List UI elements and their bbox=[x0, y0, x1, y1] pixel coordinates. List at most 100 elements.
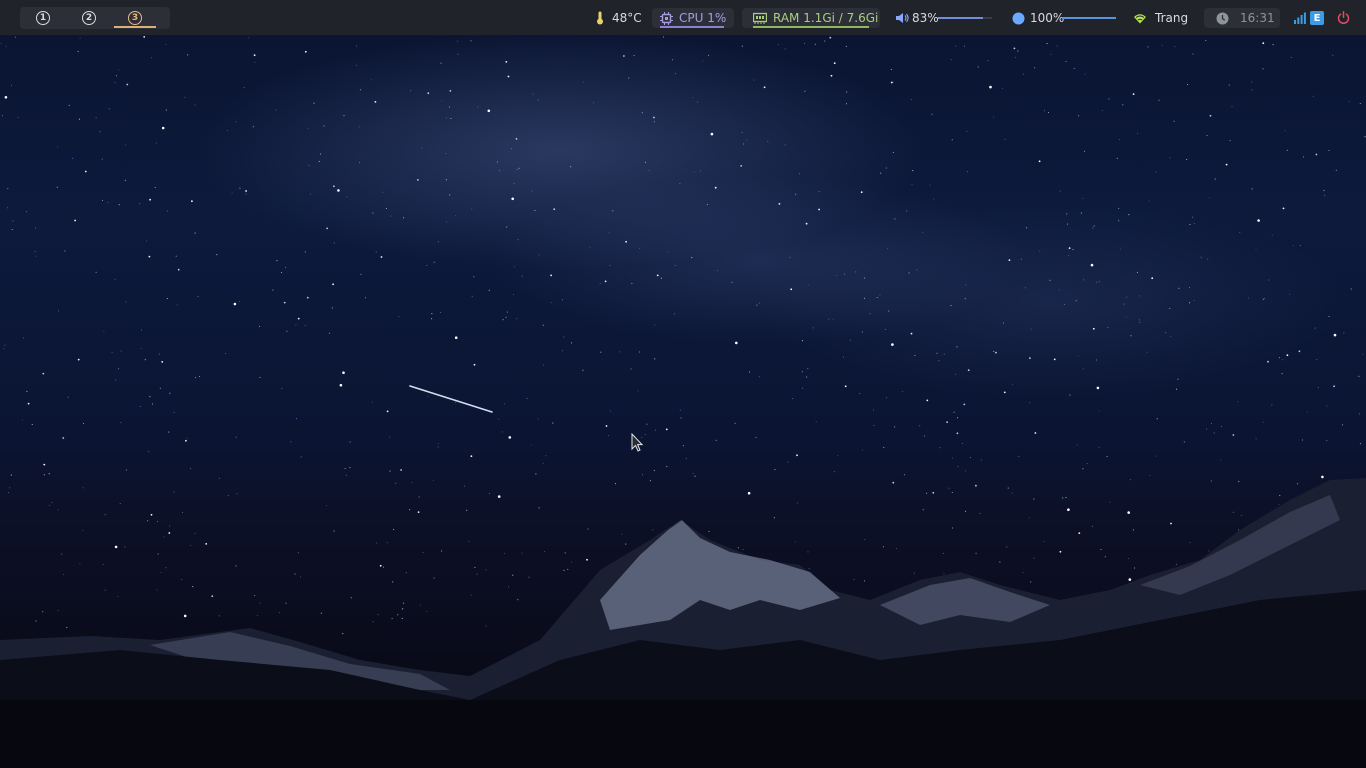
star bbox=[943, 573, 945, 575]
star bbox=[371, 401, 373, 403]
workspace-1-button[interactable]: 1 bbox=[35, 10, 51, 26]
star bbox=[824, 40, 826, 42]
star bbox=[932, 491, 935, 494]
star bbox=[1240, 514, 1242, 516]
cpu-usage-value: CPU 1% bbox=[679, 11, 727, 25]
star bbox=[708, 54, 710, 56]
star bbox=[567, 568, 569, 570]
star bbox=[355, 64, 358, 66]
star bbox=[784, 144, 786, 146]
star bbox=[139, 203, 141, 205]
star bbox=[513, 293, 515, 295]
star bbox=[1092, 227, 1094, 229]
star bbox=[1231, 106, 1233, 108]
star bbox=[671, 59, 673, 61]
star bbox=[513, 182, 515, 184]
star bbox=[845, 45, 847, 47]
star bbox=[951, 139, 953, 141]
star bbox=[405, 572, 407, 574]
star bbox=[1192, 53, 1194, 55]
star bbox=[646, 423, 648, 425]
star bbox=[1133, 567, 1136, 569]
star bbox=[295, 324, 297, 326]
star bbox=[400, 469, 402, 471]
star bbox=[445, 179, 447, 181]
cpu-module[interactable]: CPU 1% bbox=[660, 0, 726, 36]
star bbox=[1059, 550, 1062, 553]
workspace-3-label: 3 bbox=[128, 11, 142, 25]
star bbox=[1, 115, 4, 117]
star bbox=[758, 302, 760, 304]
star bbox=[1127, 511, 1130, 514]
tray-app-badge[interactable]: E bbox=[1310, 11, 1324, 25]
signal-bars-icon[interactable] bbox=[1294, 12, 1306, 24]
star bbox=[654, 429, 656, 431]
star bbox=[374, 101, 377, 103]
star bbox=[1053, 358, 1056, 361]
star bbox=[1038, 160, 1041, 163]
clock-module[interactable]: 16:31 bbox=[1216, 0, 1275, 36]
star bbox=[466, 509, 468, 511]
wifi-module[interactable]: Trang bbox=[1133, 0, 1188, 36]
power-icon[interactable] bbox=[1337, 11, 1350, 24]
brightness-module[interactable]: 100% bbox=[1012, 0, 1064, 36]
star bbox=[570, 342, 573, 344]
workspace-3-button[interactable]: 3 bbox=[127, 10, 143, 26]
star bbox=[218, 477, 220, 479]
star bbox=[276, 260, 278, 262]
star bbox=[149, 396, 151, 398]
star bbox=[1118, 207, 1120, 209]
star bbox=[449, 90, 452, 92]
star bbox=[570, 166, 572, 168]
star bbox=[912, 170, 914, 172]
star bbox=[1284, 130, 1286, 132]
star bbox=[1200, 256, 1202, 258]
star bbox=[1247, 297, 1250, 299]
star bbox=[1096, 386, 1100, 390]
star bbox=[1189, 223, 1191, 226]
temperature-module[interactable]: 48°C bbox=[596, 0, 642, 36]
star bbox=[1210, 480, 1212, 482]
star bbox=[216, 254, 218, 256]
star bbox=[390, 215, 392, 217]
star bbox=[652, 529, 654, 531]
star bbox=[953, 411, 955, 413]
star bbox=[359, 89, 361, 91]
star bbox=[880, 172, 882, 174]
star bbox=[218, 615, 220, 617]
star bbox=[163, 536, 165, 538]
volume-module[interactable]: 83% bbox=[895, 0, 939, 36]
star bbox=[1238, 481, 1240, 483]
star bbox=[72, 157, 74, 159]
star bbox=[648, 169, 650, 172]
star bbox=[505, 316, 507, 318]
star bbox=[964, 470, 967, 472]
star bbox=[389, 470, 391, 472]
star bbox=[885, 167, 887, 169]
workspace-2-button[interactable]: 2 bbox=[81, 10, 97, 26]
star bbox=[623, 55, 625, 57]
ram-module[interactable]: RAM 1.1Gi / 7.6Gi bbox=[753, 0, 878, 36]
star bbox=[457, 53, 459, 55]
star bbox=[956, 346, 958, 348]
star bbox=[942, 552, 944, 554]
star bbox=[1278, 357, 1280, 359]
star bbox=[473, 363, 476, 366]
star bbox=[161, 126, 165, 130]
star bbox=[1205, 39, 1207, 42]
star bbox=[946, 421, 948, 423]
star bbox=[1323, 189, 1325, 192]
star bbox=[304, 251, 306, 253]
star bbox=[537, 418, 539, 420]
star bbox=[1359, 443, 1361, 445]
star bbox=[140, 348, 142, 350]
active-workspace-indicator bbox=[114, 26, 156, 28]
star bbox=[328, 332, 330, 334]
star bbox=[1002, 322, 1005, 324]
star bbox=[621, 533, 623, 535]
star bbox=[542, 364, 544, 366]
star bbox=[1358, 413, 1360, 415]
star bbox=[349, 466, 351, 469]
star bbox=[82, 422, 85, 425]
star bbox=[975, 484, 977, 487]
